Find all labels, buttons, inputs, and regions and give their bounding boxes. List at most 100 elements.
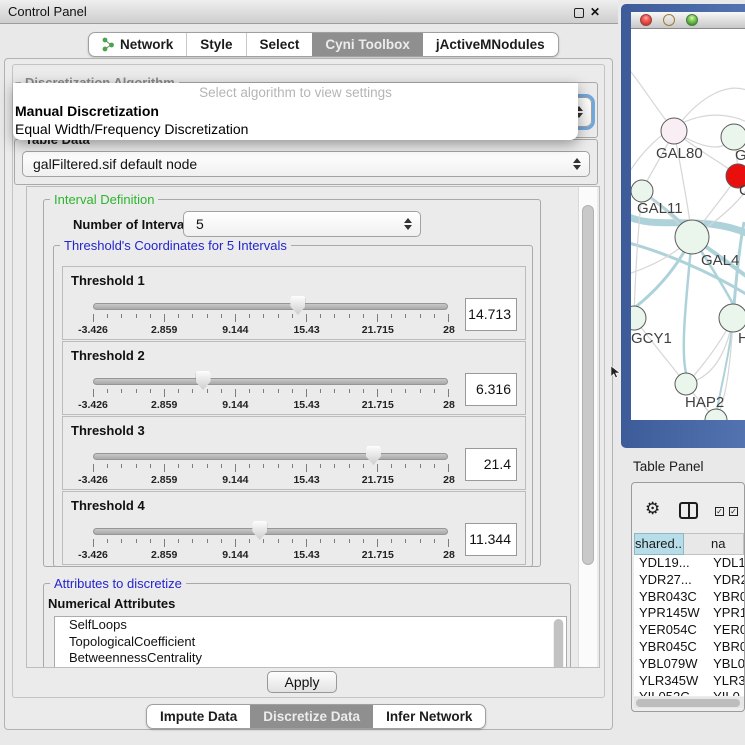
threshold-4-label: Threshold 4 [71, 498, 145, 513]
list-item[interactable]: SelfLoops [55, 617, 566, 634]
network-node-label: C [739, 182, 745, 199]
tab-infer-network[interactable]: Infer Network [373, 705, 485, 728]
numerical-attributes-list: SelfLoops TopologicalCoefficient Between… [54, 616, 567, 668]
network-node-label: GCY1 [631, 330, 672, 347]
threshold-3-ticks [93, 464, 449, 473]
tab-discretize-data[interactable]: Discretize Data [250, 705, 373, 728]
tab-network-label: Network [120, 33, 173, 56]
threshold-3-slider-track[interactable] [93, 453, 448, 460]
column-header-name[interactable]: na [684, 533, 744, 555]
threshold-2-slider-handle[interactable] [196, 371, 211, 390]
network-node[interactable] [675, 373, 697, 395]
threshold-3-tick-labels: -3.426 2.859 9.144 15.43 21.715 28 [93, 474, 449, 486]
network-view-window[interactable]: GAL80GACGAL11GAL4GCY1HHAP2 [621, 4, 745, 448]
list-scrollbar[interactable] [553, 619, 564, 668]
threshold-2-tick-labels: -3.426 2.859 9.144 15.43 21.715 28 [93, 399, 449, 411]
network-node[interactable] [719, 304, 745, 332]
node-table: shared... na YDL19...YDL1 YDR27...YDR2 Y… [634, 533, 744, 696]
threshold-3-value-field[interactable]: 21.4 [465, 448, 517, 481]
control-panel-titlebar: Control Panel ✕ [0, 0, 618, 24]
number-of-intervals-combobox[interactable]: 5 [183, 211, 421, 237]
bottom-tab-bar: Impute Data Discretize Data Infer Networ… [146, 704, 486, 729]
list-item[interactable]: TopologicalCoefficient [55, 634, 566, 651]
network-node-label: GAL4 [701, 252, 739, 269]
threshold-2-panel: Threshold 2 -3.426 2.859 9.144 15.43 21.… [62, 341, 526, 415]
attributes-group-title: Attributes to discretize [50, 576, 186, 591]
threshold-2-slider-track[interactable] [93, 378, 448, 385]
control-panel-window: Control Panel ✕ Network Style Select Cyn… [0, 0, 618, 745]
tab-style[interactable]: Style [186, 33, 245, 56]
network-node-label: GAL11 [637, 200, 683, 217]
table-row[interactable]: YBR043CYBR0 [634, 589, 744, 606]
combo-stepper-icon [573, 158, 581, 170]
tab-cyni-toolbox[interactable]: Cyni Toolbox [312, 33, 423, 56]
top-tab-bar: Network Style Select Cyni Toolbox jActiv… [88, 32, 559, 57]
float-window-icon[interactable] [574, 8, 584, 18]
table-horizontal-scrollbar[interactable] [634, 697, 744, 708]
table-row[interactable]: YER054CYER0 [634, 622, 744, 639]
threshold-1-panel: Threshold 1 -3.426 2.859 9.144 15.43 21.… [62, 266, 526, 340]
tab-select[interactable]: Select [246, 33, 313, 56]
threshold-4-slider-handle[interactable] [252, 521, 267, 540]
table-row[interactable]: YBL079WYBL0 [634, 656, 744, 673]
settings-vertical-scrollbar[interactable] [578, 187, 597, 667]
close-traffic-light-icon[interactable] [640, 14, 652, 26]
scrollbar-thumb[interactable] [582, 205, 594, 565]
threshold-1-slider-handle[interactable] [290, 296, 305, 315]
tab-network[interactable]: Network [89, 33, 186, 56]
minimize-traffic-light-icon[interactable] [663, 14, 675, 26]
thresholds-group: Threshold's Coordinates for 5 Intervals … [53, 245, 533, 567]
settings-scroll-area: Interval Definition Number of Intervals … [26, 186, 600, 668]
number-of-intervals-value: 5 [196, 216, 204, 232]
algorithm-option-equal-width[interactable]: Equal Width/Frequency Discretization [13, 120, 578, 138]
combo-stepper-icon [404, 218, 412, 230]
threshold-1-slider-track[interactable] [93, 303, 448, 310]
network-icon [102, 37, 115, 52]
attributes-group: Attributes to discretize Numerical Attri… [43, 583, 571, 668]
threshold-3-slider-handle[interactable] [366, 446, 381, 465]
threshold-4-tick-labels: -3.426 2.859 9.144 15.43 21.715 28 [93, 549, 449, 561]
threshold-4-slider-track[interactable] [93, 528, 448, 535]
threshold-2-ticks [93, 389, 449, 398]
network-node-label: GAL80 [656, 145, 703, 162]
threshold-3-label: Threshold 3 [71, 423, 145, 438]
algorithm-popup-hint: Select algorithm to view settings [13, 83, 578, 102]
threshold-4-value-field[interactable]: 11.344 [465, 523, 517, 556]
thresholds-group-title: Threshold's Coordinates for 5 Intervals [60, 238, 291, 253]
table-data-combobox[interactable]: galFiltered.sif default node [22, 151, 590, 177]
column-header-shared-name[interactable]: shared... [634, 533, 684, 555]
numerical-attributes-label: Numerical Attributes [48, 596, 175, 611]
list-item[interactable]: BetweennessCentrality [55, 650, 566, 667]
columns-icon[interactable] [679, 502, 698, 519]
algorithm-option-manual[interactable]: Manual Discretization [13, 102, 578, 120]
network-node-label: H [738, 330, 745, 347]
checkbox-icon[interactable]: ✓ [729, 507, 738, 516]
tab-impute-data[interactable]: Impute Data [147, 705, 250, 728]
zoom-traffic-light-icon[interactable] [686, 14, 698, 26]
number-of-intervals-label: Number of Intervals [73, 217, 195, 232]
table-row[interactable]: YPR145WYPR1 [634, 605, 744, 622]
table-row[interactable]: YDR27...YDR2 [634, 572, 744, 589]
table-row[interactable]: YLR345WYLR3 [634, 673, 744, 690]
threshold-1-tick-labels: -3.426 2.859 9.144 15.43 21.715 28 [93, 324, 449, 336]
network-canvas[interactable]: GAL80GACGAL11GAL4GCY1HHAP2 [631, 29, 745, 420]
threshold-1-value-field[interactable]: 14.713 [465, 298, 517, 331]
network-node[interactable] [675, 220, 709, 254]
table-panel-title: Table Panel [633, 459, 704, 474]
gear-icon[interactable]: ⚙ [645, 499, 660, 519]
network-node[interactable] [631, 306, 646, 330]
threshold-3-panel: Threshold 3 -3.426 2.859 9.144 15.43 21.… [62, 416, 526, 490]
network-node[interactable] [631, 180, 653, 202]
threshold-2-value-field[interactable]: 6.316 [465, 373, 517, 406]
table-row[interactable]: YBR045CYBR0 [634, 639, 744, 656]
threshold-4-panel: Threshold 4 -3.426 2.859 9.144 15.43 21.… [62, 491, 526, 565]
checkbox-icon[interactable]: ✓ [715, 507, 724, 516]
table-panel: ⚙ ✓ ✓ shared... na YDL19...YDL1 YDR27...… [631, 482, 745, 712]
table-row[interactable]: YDL19...YDL1 [634, 555, 744, 572]
table-row[interactable]: YIL052CYIL0 [634, 689, 744, 696]
interval-definition-title: Interval Definition [50, 192, 158, 207]
tab-jactivemnodules[interactable]: jActiveMNodules [423, 33, 558, 56]
apply-button[interactable]: Apply [267, 671, 337, 693]
close-icon[interactable]: ✕ [590, 4, 600, 20]
network-node[interactable] [661, 118, 687, 144]
